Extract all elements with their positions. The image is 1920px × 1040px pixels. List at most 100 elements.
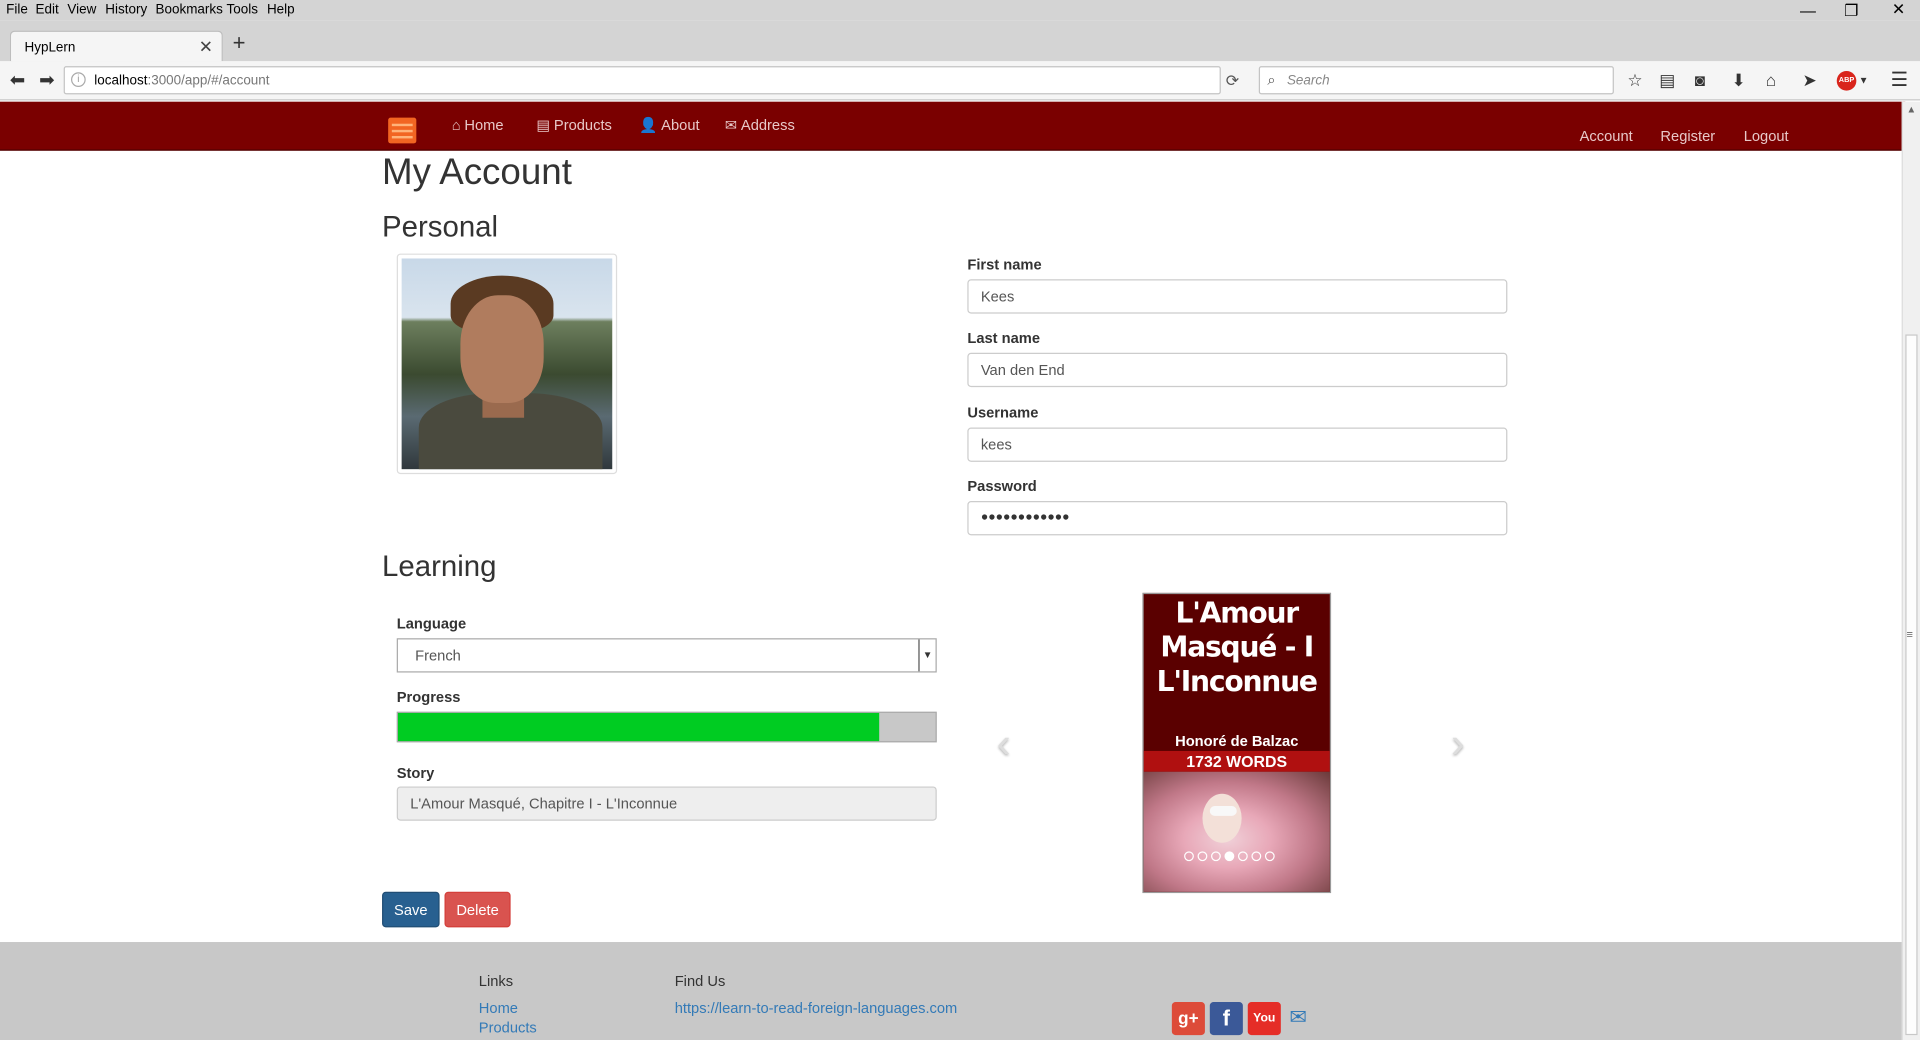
language-value: French [415,646,461,664]
scroll-up-icon[interactable]: ▲ [1907,104,1917,115]
carousel-dot[interactable] [1237,851,1248,862]
reload-icon[interactable]: ⟳ [1226,71,1239,91]
book-title-line-3: L'Inconnue [1156,666,1318,699]
facebook-icon[interactable]: f [1209,1002,1243,1036]
carousel-dot[interactable] [1251,851,1262,862]
chevron-down-icon[interactable]: ▼ [918,639,935,672]
pocket-icon[interactable]: ◙ [1695,70,1705,90]
book-title-line-1: L'Amour [1175,597,1300,630]
bookmark-star-icon[interactable]: ☆ [1627,70,1642,91]
forward-icon[interactable]: ➡ [39,69,54,91]
menu-tools[interactable]: Tools [227,2,258,17]
brand-logo[interactable] [388,117,417,144]
carousel-dot[interactable] [1211,851,1221,862]
browser-tab[interactable]: HypLern ✕ [9,30,223,62]
scrollbar-thumb[interactable] [1905,334,1918,1036]
browser-menubar: File Edit View History Bookmarks Tools H… [0,0,1920,21]
nav-products-label: Products [553,116,612,134]
minimize-icon[interactable]: — [1800,1,1816,19]
learning-heading: Learning [382,550,497,584]
tab-title: HypLern [24,40,76,56]
search-input[interactable]: ⌕ Search [1258,66,1614,95]
site-navbar: ⌂ Home ▤ Products 👤 About ✉ Address Account … [0,101,1906,151]
save-button[interactable]: Save [382,891,440,928]
menu-file[interactable]: File [6,2,28,17]
menu-help[interactable]: Help [267,2,295,17]
new-tab-icon[interactable]: + [233,31,246,57]
last-name-label: Last name [967,329,1041,347]
scroll-grip-icon: ≡ [1906,628,1913,641]
book-word-count: 1732 WORDS [1143,750,1330,772]
google-plus-icon[interactable]: g+ [1171,1002,1205,1036]
nav-products[interactable]: ▤ Products [536,116,612,133]
hamburger-menu-icon[interactable]: ☰ [1891,67,1909,92]
nav-home[interactable]: ⌂ Home [452,116,504,133]
avatar [401,258,613,470]
browser-tabbar: HypLern ✕ + [0,20,1920,62]
info-icon[interactable]: i [71,72,86,87]
carousel-dot[interactable] [1197,851,1208,862]
footer-link-home[interactable]: Home [479,1000,518,1017]
language-label: Language [396,614,467,633]
nav-address-label: Address [740,116,795,134]
last-name-field[interactable]: Van den End [967,352,1508,388]
url-path: :3000/app/#/account [147,73,270,89]
download-icon[interactable]: ⬇ [1731,70,1745,91]
url-host: localhost [94,73,148,89]
back-icon[interactable]: ⬅ [10,69,25,91]
restore-icon[interactable]: ❐ [1844,1,1858,21]
progress-bar [396,711,937,743]
carousel-dot[interactable] [1224,851,1235,862]
menu-bookmarks[interactable]: Bookmarks [156,2,223,17]
profile-photo [396,253,618,475]
username-field[interactable]: kees [967,427,1508,462]
footer-link-products[interactable]: Products [479,1019,537,1036]
menu-history[interactable]: History [105,2,147,17]
page-title: My Account [382,151,572,193]
nav-register[interactable]: Register [1660,127,1715,144]
book-author: Honoré de Balzac [1175,732,1299,750]
nav-about[interactable]: 👤 About [639,116,699,133]
carousel-dot[interactable] [1264,851,1275,862]
search-icon: ⌕ [1267,71,1276,89]
nav-logout[interactable]: Logout [1744,127,1789,144]
nav-account[interactable]: Account [1580,127,1633,144]
password-label: Password [967,477,1037,495]
story-label: Story [396,764,435,782]
page-scrollbar[interactable]: ▲ ≡ [1901,101,1920,1040]
menu-view[interactable]: View [67,2,96,17]
send-icon[interactable]: ➤ [1802,70,1816,91]
browser-toolbar: ⬅ ➡ i localhost:3000/app/#/account ⟳ ⌕ S… [0,61,1920,101]
book-title: L'Amour Masqué - I L'Inconnue [1144,597,1330,700]
mail-icon[interactable]: ✉ [1289,1006,1306,1030]
bookmarks-list-icon[interactable]: ▤ [1659,70,1675,91]
first-name-field[interactable]: Kees [967,279,1508,314]
menu-edit[interactable]: Edit [36,2,59,17]
footer-find-heading: Find Us [674,972,726,990]
carousel-prev-icon[interactable]: ‹ [997,720,1011,768]
footer-site-link[interactable]: https://learn-to-read-foreign-languages.… [675,1000,958,1017]
delete-button[interactable]: Delete [444,891,511,928]
nav-home-label: Home [464,116,504,134]
url-bar[interactable]: i localhost:3000/app/#/account [63,66,1221,95]
adblock-icon[interactable]: ABP [1836,71,1857,91]
youtube-icon[interactable]: You [1247,1002,1281,1036]
first-name-label: First name [967,256,1042,274]
adblock-dropdown-icon[interactable]: ▼ [1859,75,1869,86]
story-field[interactable]: L'Amour Masqué, Chapitre I - L'Inconnue [396,786,937,821]
progress-fill [397,712,880,742]
close-window-icon[interactable]: ✕ [1892,0,1905,20]
home-browser-icon[interactable]: ⌂ [1766,70,1776,90]
footer-links-heading: Links [478,972,514,990]
close-tab-icon[interactable]: ✕ [199,37,213,58]
carousel-next-icon[interactable]: › [1451,720,1465,768]
progress-label: Progress [396,688,461,706]
list-icon: ▤ [536,116,551,134]
password-field[interactable]: ●●●●●●●●●●●● [967,501,1508,536]
language-select[interactable]: French ▼ [396,638,937,673]
carousel-indicators [1184,845,1278,867]
nav-address[interactable]: ✉ Address [725,116,795,133]
carousel-dot[interactable] [1184,851,1194,862]
user-icon: 👤 [639,116,658,134]
nav-about-label: About [661,116,700,134]
